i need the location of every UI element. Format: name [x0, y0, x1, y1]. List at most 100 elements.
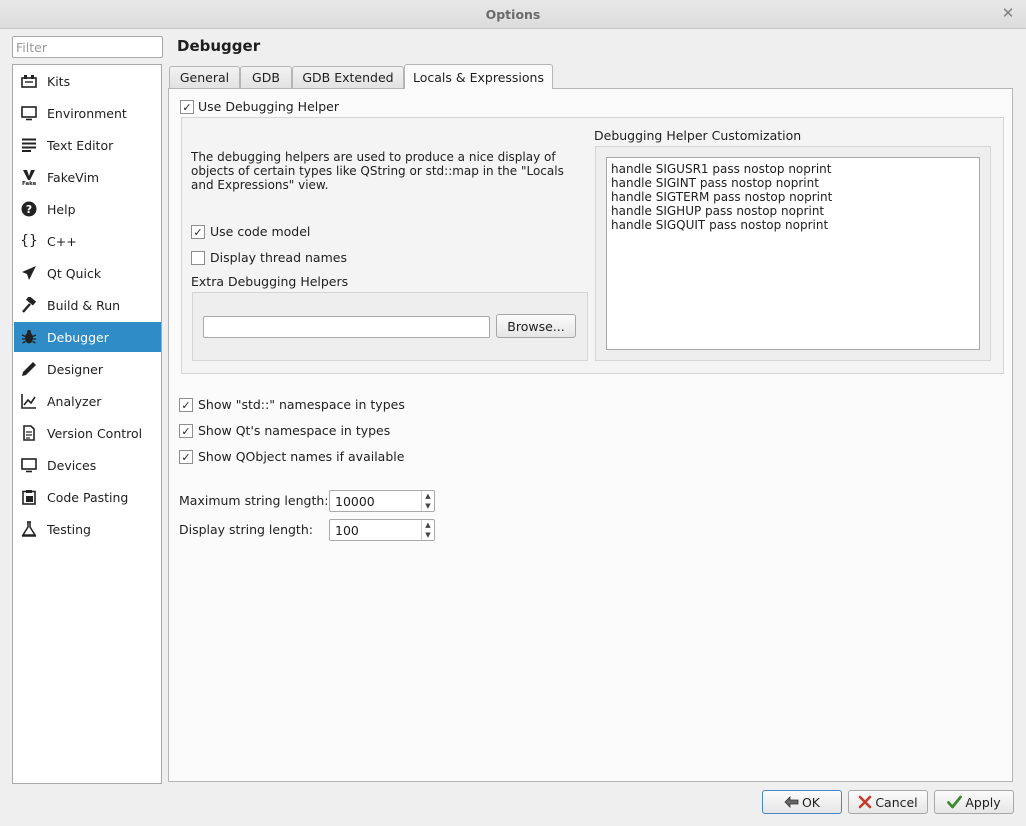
analyzer-chart-icon: [20, 392, 38, 410]
spin-down-icon[interactable]: ▼: [422, 501, 434, 511]
sidebar-item-text-editor[interactable]: Text Editor: [14, 130, 161, 160]
checkmark-icon: ✓: [181, 398, 191, 412]
sidebar-item-fakevim[interactable]: Fake FakeVim: [14, 162, 161, 192]
sidebar-item-designer[interactable]: Designer: [14, 354, 161, 384]
tab-label: Locals & Expressions: [413, 69, 544, 85]
tab-locals-expressions[interactable]: Locals & Expressions: [404, 64, 553, 89]
hammer-icon: [20, 296, 38, 314]
display-string-length-spinbox[interactable]: 100 ▲ ▼: [329, 519, 435, 541]
paper-plane-icon: [20, 264, 38, 282]
close-icon[interactable]: ✕: [1000, 4, 1016, 22]
bug-icon: [20, 328, 38, 346]
flask-icon: [20, 520, 38, 538]
filter-input[interactable]: [12, 36, 163, 58]
title-bar: Options ✕: [0, 0, 1026, 29]
tab-gdb[interactable]: GDB: [240, 66, 292, 88]
sidebar-item-version-control[interactable]: Version Control: [14, 418, 161, 448]
help-icon: ?: [20, 200, 38, 218]
sidebar-item-label: Build & Run: [47, 297, 121, 313]
use-code-model-checkbox[interactable]: ✓: [191, 225, 205, 239]
show-qobject-names-label: Show QObject names if available: [198, 449, 405, 464]
sidebar-item-label: Qt Quick: [47, 265, 102, 281]
sidebar-item-label: Designer: [47, 361, 103, 377]
spin-down-icon[interactable]: ▼: [422, 530, 434, 540]
customization-line: handle SIGQUIT pass nostop noprint: [611, 218, 829, 232]
show-std-namespace-label: Show "std::" namespace in types: [198, 397, 405, 412]
customization-line: handle SIGTERM pass nostop noprint: [611, 190, 833, 204]
sidebar-item-label: Debugger: [47, 329, 109, 345]
use-debugging-helper-label: Use Debugging Helper: [198, 99, 339, 114]
category-sidebar: Kits Environment Text Editor Fake FakeVi…: [12, 64, 162, 784]
checkmark-icon: ✓: [181, 424, 191, 438]
text-lines-icon: [20, 136, 38, 154]
apply-button[interactable]: Apply: [934, 790, 1014, 814]
sidebar-item-help[interactable]: ? Help: [14, 194, 161, 224]
max-string-length-spinbox[interactable]: 10000 ▲ ▼: [329, 490, 435, 512]
customization-label: Debugging Helper Customization: [594, 128, 802, 143]
show-qobject-names-checkbox[interactable]: ✓: [179, 450, 193, 464]
sidebar-item-code-pasting[interactable]: Code Pasting: [14, 482, 161, 512]
monitor-icon: [20, 104, 38, 122]
apply-button-label: Apply: [965, 794, 1001, 810]
braces-icon: {}: [20, 233, 38, 249]
window-title: Options: [485, 7, 541, 22]
fakevim-icon: Fake: [20, 168, 38, 186]
sidebar-item-label: Kits: [47, 73, 71, 89]
cancel-button[interactable]: Cancel: [848, 790, 928, 814]
checkmark-icon: ✓: [181, 450, 191, 464]
customization-textarea[interactable]: handle SIGUSR1 pass nostop noprint handl…: [606, 157, 980, 350]
sidebar-item-label: Code Pasting: [47, 489, 129, 505]
apply-icon: [947, 795, 963, 809]
sidebar-item-kits[interactable]: Kits: [14, 66, 161, 96]
sidebar-item-analyzer[interactable]: Analyzer: [14, 386, 161, 416]
use-debugging-helper-checkbox[interactable]: ✓: [180, 100, 194, 114]
sidebar-item-environment[interactable]: Environment: [14, 98, 161, 128]
pencil-icon: [20, 360, 38, 378]
svg-text:?: ?: [26, 203, 32, 216]
max-string-length-label: Maximum string length:: [179, 493, 329, 508]
tab-general[interactable]: General: [169, 66, 240, 88]
sidebar-item-label: Version Control: [47, 425, 143, 441]
use-code-model-label: Use code model: [210, 224, 311, 239]
clipboard-icon: [20, 488, 38, 506]
spin-up-icon[interactable]: ▲: [422, 491, 434, 501]
display-string-length-label: Display string length:: [179, 522, 313, 537]
sidebar-item-testing[interactable]: Testing: [14, 514, 161, 544]
sidebar-item-devices[interactable]: Devices: [14, 450, 161, 480]
display-thread-names-label: Display thread names: [210, 250, 347, 265]
browse-button-label: Browse...: [507, 318, 565, 334]
browse-button[interactable]: Browse...: [496, 314, 576, 338]
customization-line: handle SIGINT pass nostop noprint: [611, 176, 819, 190]
cancel-button-label: Cancel: [875, 794, 918, 810]
show-std-namespace-checkbox[interactable]: ✓: [179, 398, 193, 412]
customization-line: handle SIGUSR1 pass nostop noprint: [611, 162, 832, 176]
cancel-icon: [858, 795, 872, 809]
show-qt-namespace-checkbox[interactable]: ✓: [179, 424, 193, 438]
devices-monitor-icon: [20, 456, 38, 474]
sidebar-item-qt-quick[interactable]: Qt Quick: [14, 258, 161, 288]
display-thread-names-checkbox[interactable]: [191, 251, 205, 265]
spin-up-icon[interactable]: ▲: [422, 520, 434, 530]
extra-debugging-helpers-label: Extra Debugging Helpers: [191, 274, 349, 289]
tab-label: GDB: [252, 70, 280, 85]
sidebar-item-label: Testing: [47, 521, 91, 537]
tab-gdb-extended[interactable]: GDB Extended: [292, 66, 404, 88]
sidebar-item-debugger[interactable]: Debugger: [14, 322, 161, 352]
page-title: Debugger: [177, 37, 261, 55]
extra-debugging-helpers-input[interactable]: [203, 316, 490, 338]
ok-button[interactable]: OK: [762, 790, 842, 814]
spin-arrows[interactable]: ▲ ▼: [421, 520, 434, 540]
display-string-length-value: 100: [335, 523, 359, 538]
checkmark-icon: ✓: [193, 225, 203, 239]
spin-arrows[interactable]: ▲ ▼: [421, 491, 434, 511]
sidebar-item-label: Environment: [47, 105, 127, 121]
sidebar-item-label: C++: [47, 233, 77, 249]
tab-label: General: [179, 70, 230, 85]
sidebar-item-cpp[interactable]: {} C++: [14, 226, 161, 256]
sidebar-item-label: Help: [47, 201, 76, 217]
customization-line: handle SIGHUP pass nostop noprint: [611, 204, 825, 218]
sidebar-item-build-run[interactable]: Build & Run: [14, 290, 161, 320]
max-string-length-value: 10000: [335, 494, 375, 509]
ok-button-label: OK: [801, 794, 821, 810]
ok-icon: [784, 795, 799, 809]
